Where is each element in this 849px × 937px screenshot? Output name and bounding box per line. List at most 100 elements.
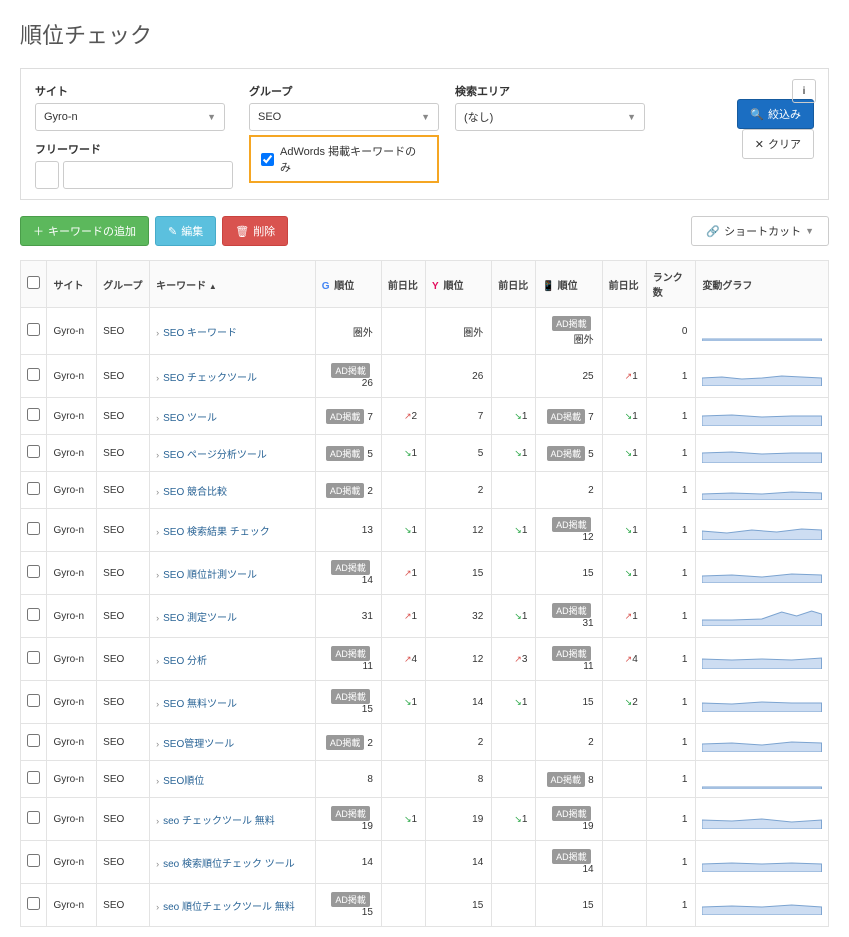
cell-m-rank: AD掲載7	[536, 398, 602, 435]
cell-y-rank: 8	[426, 761, 492, 798]
cell-g-diff	[381, 761, 425, 798]
cell-keyword[interactable]: ›seo 順位チェックツール 無料	[150, 884, 316, 927]
ad-badge: AD掲載	[547, 446, 586, 461]
col-y-diff[interactable]: 前日比	[492, 261, 536, 308]
select-all-checkbox[interactable]	[27, 276, 40, 289]
cell-keyword[interactable]: ›seo チェックツール 無料	[150, 798, 316, 841]
cell-keyword[interactable]: ›SEO 検索結果 チェック	[150, 509, 316, 552]
cell-graph	[696, 552, 829, 595]
cell-keyword[interactable]: ›SEO 競合比較	[150, 472, 316, 509]
filter-button[interactable]: 🔍 絞込み	[737, 99, 814, 129]
row-checkbox[interactable]	[27, 734, 40, 747]
row-checkbox[interactable]	[27, 482, 40, 495]
cell-group: SEO	[97, 308, 150, 355]
col-y-rank[interactable]: Y 順位	[426, 261, 492, 308]
row-checkbox[interactable]	[27, 445, 40, 458]
cell-group: SEO	[97, 681, 150, 724]
cell-keyword[interactable]: ›SEO ページ分析ツール	[150, 435, 316, 472]
info-button[interactable]: i	[792, 79, 816, 103]
row-checkbox[interactable]	[27, 811, 40, 824]
delete-button[interactable]: 🗑 削除	[222, 216, 288, 246]
row-checkbox[interactable]	[27, 854, 40, 867]
row-checkbox[interactable]	[27, 694, 40, 707]
cell-y-diff	[492, 355, 536, 398]
cell-keyword[interactable]: ›SEO管理ツール	[150, 724, 316, 761]
add-keyword-button[interactable]: ＋ キーワードの追加	[20, 216, 149, 246]
cell-keyword[interactable]: ›SEO チェックツール	[150, 355, 316, 398]
col-group[interactable]: グループ	[97, 261, 150, 308]
row-checkbox[interactable]	[27, 522, 40, 535]
adwords-checkbox[interactable]	[261, 153, 274, 166]
group-select[interactable]: SEO ▼	[249, 103, 439, 131]
yahoo-icon: Y	[432, 281, 439, 292]
cell-g-diff	[381, 472, 425, 509]
row-checkbox[interactable]	[27, 408, 40, 421]
cell-m-rank: 25	[536, 355, 602, 398]
cell-graph	[696, 398, 829, 435]
clear-button[interactable]: ✕ クリア	[742, 129, 814, 159]
cell-keyword[interactable]: ›SEO 分析	[150, 638, 316, 681]
ad-badge: AD掲載	[552, 517, 591, 532]
shortcut-button[interactable]: 🔗 ショートカット ▼	[691, 216, 829, 246]
cell-graph	[696, 884, 829, 927]
cell-m-diff: ↘1	[602, 509, 646, 552]
ad-badge: AD掲載	[552, 603, 591, 618]
col-rankcount[interactable]: ランク数	[646, 261, 696, 308]
cell-g-rank: 13	[315, 509, 381, 552]
cell-g-diff	[381, 308, 425, 355]
cell-g-rank: 31	[315, 595, 381, 638]
plus-icon: ＋	[33, 223, 44, 239]
cell-y-rank: 圏外	[426, 308, 492, 355]
cell-g-diff	[381, 355, 425, 398]
site-select[interactable]: Gyro-n ▼	[35, 103, 225, 131]
cell-g-rank: 14	[315, 841, 381, 884]
ad-badge: AD掲載	[552, 646, 591, 661]
col-m-diff[interactable]: 前日比	[602, 261, 646, 308]
col-m-rank[interactable]: 📱 順位	[536, 261, 602, 308]
cell-m-rank: 15	[536, 681, 602, 724]
cell-keyword[interactable]: ›SEO キーワード	[150, 308, 316, 355]
row-checkbox[interactable]	[27, 608, 40, 621]
area-select[interactable]: (なし) ▼	[455, 103, 645, 131]
cell-y-rank: 12	[426, 638, 492, 681]
chevron-right-icon: ›	[156, 328, 159, 338]
chevron-right-icon: ›	[156, 487, 159, 497]
adwords-filter[interactable]: AdWords 掲載キーワードのみ	[249, 135, 439, 183]
row-checkbox[interactable]	[27, 771, 40, 784]
freeword-input[interactable]	[63, 161, 233, 189]
cell-m-diff: ↗1	[602, 355, 646, 398]
edit-button[interactable]: ✎ 編集	[155, 216, 216, 246]
cell-rankcount: 1	[646, 435, 696, 472]
cell-keyword[interactable]: ›SEO 測定ツール	[150, 595, 316, 638]
cell-m-diff: ↘1	[602, 552, 646, 595]
ad-badge: AD掲載	[552, 316, 591, 331]
chevron-right-icon: ›	[156, 413, 159, 423]
col-g-rank[interactable]: G 順位	[315, 261, 381, 308]
row-checkbox[interactable]	[27, 651, 40, 664]
row-checkbox[interactable]	[27, 897, 40, 910]
row-checkbox[interactable]	[27, 368, 40, 381]
col-graph[interactable]: 変動グラフ	[696, 261, 829, 308]
cell-keyword[interactable]: ›SEO順位	[150, 761, 316, 798]
cell-keyword[interactable]: ›SEO ツール	[150, 398, 316, 435]
cell-keyword[interactable]: ›seo 検索順位チェック ツール	[150, 841, 316, 884]
cell-site: Gyro-n	[47, 595, 97, 638]
chevron-right-icon: ›	[156, 450, 159, 460]
freeword-toggle[interactable]	[35, 161, 59, 189]
row-checkbox[interactable]	[27, 323, 40, 336]
cell-g-diff: ↗1	[381, 595, 425, 638]
cell-y-diff: ↘1	[492, 595, 536, 638]
cell-g-rank: AD掲載2	[315, 724, 381, 761]
sparkline	[702, 443, 822, 463]
cell-y-diff: ↘1	[492, 681, 536, 724]
cell-keyword[interactable]: ›SEO 順位計測ツール	[150, 552, 316, 595]
cell-y-rank: 5	[426, 435, 492, 472]
col-site[interactable]: サイト	[47, 261, 97, 308]
row-checkbox[interactable]	[27, 565, 40, 578]
ad-badge: AD掲載	[331, 363, 370, 378]
col-keyword[interactable]: キーワード ▲	[150, 261, 316, 308]
cell-g-diff: ↘1	[381, 435, 425, 472]
cell-keyword[interactable]: ›SEO 無料ツール	[150, 681, 316, 724]
col-g-diff[interactable]: 前日比	[381, 261, 425, 308]
cell-g-rank: AD掲載19	[315, 798, 381, 841]
